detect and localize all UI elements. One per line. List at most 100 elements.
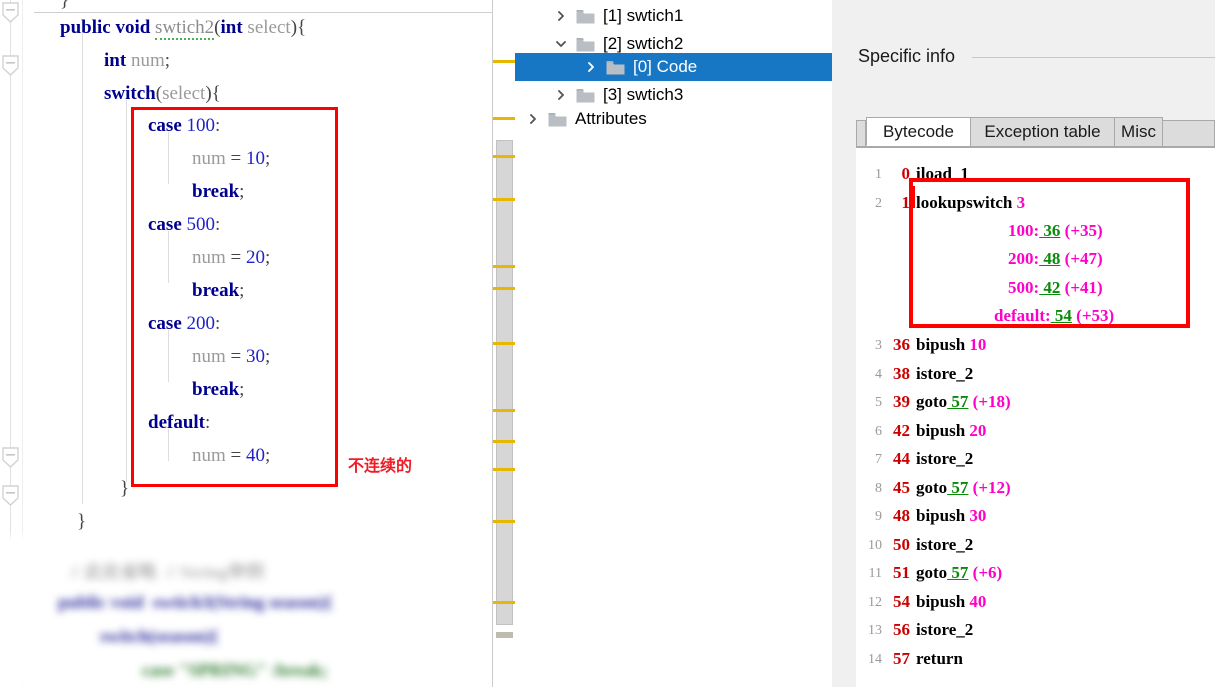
bytecode-mnemonic: bipush: [916, 591, 966, 611]
editor-change-marker[interactable]: [493, 117, 515, 120]
bytecode-offset: 57: [893, 648, 910, 668]
code-token: public void: [60, 17, 156, 38]
bytecode-branch-offset: (+12): [968, 477, 1011, 497]
bytecode-offset: 1: [901, 192, 911, 212]
chevron-right-icon[interactable]: [549, 89, 573, 101]
editor-change-marker[interactable]: [493, 468, 515, 471]
bytecode-mnemonic: goto: [916, 563, 948, 582]
editor-change-marker[interactable]: [493, 287, 515, 290]
bytecode-line-number: 6: [875, 423, 882, 439]
blurred-code-line: // 此处省略 // String举例: [70, 562, 265, 582]
bytecode-operand: 40: [965, 591, 987, 611]
bytecode-instruction[interactable]: bipush 30: [916, 506, 986, 526]
tree-row-label: Attributes: [575, 109, 647, 128]
editor-change-marker[interactable]: [493, 198, 515, 201]
tab-bytecode[interactable]: Bytecode: [866, 117, 971, 146]
fold-closed-icon[interactable]: [2, 447, 19, 468]
code-line: public void swtich2(int select){: [60, 17, 306, 40]
editor-change-marker[interactable]: [493, 155, 515, 158]
bytecode-mnemonic: istore_2: [916, 534, 974, 554]
fold-open-icon[interactable]: [2, 2, 19, 23]
bytecode-offset: 0: [901, 164, 911, 183]
bytecode-instruction[interactable]: goto 57 (+12): [916, 478, 1011, 498]
editor-change-marker[interactable]: [493, 440, 515, 443]
bytecode-mnemonic: istore_2: [916, 449, 974, 468]
editor-change-marker[interactable]: [493, 409, 515, 412]
bytecode-line-number: 12: [868, 594, 882, 610]
code-token: ;: [164, 50, 170, 71]
editor-change-marker[interactable]: [493, 265, 515, 268]
bytecode-offset: 44: [893, 449, 910, 468]
bytecode-instruction[interactable]: istore_2: [916, 620, 973, 640]
code-token: ){: [205, 83, 221, 104]
specific-info-title: Specific info: [858, 46, 956, 66]
bytecode-offset: 54: [893, 591, 910, 611]
bytecode-instruction[interactable]: istore_2: [916, 449, 973, 469]
bytecode-instruction[interactable]: goto 57 (+18): [916, 392, 1011, 412]
folder-icon: [573, 88, 597, 103]
bytecode-line-number: 2: [875, 195, 882, 211]
chevron-right-icon[interactable]: [579, 61, 603, 73]
bytecode-offset: 39: [893, 392, 910, 411]
editor-marker-scrollbar[interactable]: [492, 0, 515, 687]
editor-change-marker[interactable]: [493, 60, 515, 63]
bytecode-branch-target[interactable]: 57: [947, 563, 968, 582]
bytecode-offset: 50: [893, 534, 910, 554]
fold-closed-icon[interactable]: [2, 485, 19, 506]
bytecode-line-number: 10: [868, 537, 882, 553]
blurred-code-line: case "SPRING" :break;: [142, 660, 328, 680]
bytecode-operand: 10: [965, 335, 987, 354]
bytecode-offset: 56: [893, 620, 910, 639]
code-highlight-box: [131, 107, 338, 487]
editor-change-marker[interactable]: [493, 342, 515, 345]
bytecode-mnemonic: bipush: [916, 506, 966, 525]
bytecode-line-number: 7: [875, 452, 882, 467]
bytecode-offset: 42: [893, 420, 910, 440]
code-token: select: [162, 83, 206, 104]
bytecode-instruction[interactable]: bipush 20: [916, 421, 986, 441]
editor-change-marker[interactable]: [493, 520, 515, 523]
bytecode-offset: 38: [893, 363, 910, 383]
tabstrip-right-edge: [1162, 120, 1215, 146]
bytecode-mnemonic: return: [916, 648, 963, 668]
chevron-right-icon[interactable]: [549, 10, 573, 22]
bytecode-branch-target[interactable]: 57: [947, 478, 968, 497]
code-annotation-label: 不连续的: [348, 456, 413, 475]
editor-change-marker[interactable]: [493, 601, 515, 604]
bytecode-instruction[interactable]: return: [916, 649, 963, 669]
tab-exception-table[interactable]: Exception table: [970, 117, 1115, 146]
bytecode-instruction[interactable]: istore_2: [916, 364, 973, 384]
bytecode-mnemonic: goto: [916, 477, 948, 497]
code-editor-pane[interactable]: } public void swtich2(int select){int nu…: [0, 0, 515, 687]
code-token: switch: [104, 83, 156, 104]
tree-row[interactable]: Attributes: [515, 105, 832, 133]
code-token: swtich2: [155, 17, 215, 40]
bytecode-offset: 51: [893, 563, 910, 582]
bytecode-line-number: 14: [868, 651, 882, 667]
folder-icon: [545, 112, 569, 127]
editor-scrollbar-thumb-secondary[interactable]: [496, 632, 513, 638]
blurred-code-line: public void swtich3(String season){: [58, 592, 333, 612]
class-structure-tree[interactable]: [1] swtich1 [2] swtich2 [0] Code [3] swtich…: [515, 0, 832, 687]
editor-scrollbar-thumb[interactable]: [496, 140, 513, 625]
fold-open-icon[interactable]: [2, 55, 19, 76]
bytecode-branch-target[interactable]: 57: [947, 392, 968, 411]
code-token: select: [242, 17, 291, 38]
tree-row-selected[interactable]: [0] Code: [515, 53, 832, 81]
tree-row-label: [3] swtich3: [603, 85, 684, 104]
code-line: switch(select){: [104, 84, 221, 104]
chevron-down-icon[interactable]: [549, 38, 573, 50]
bytecode-instruction[interactable]: bipush 10: [916, 335, 986, 355]
details-tabstrip[interactable]: Bytecode Exception table Misc: [856, 116, 1215, 146]
tree-row[interactable]: [1] swtich1: [515, 2, 832, 30]
blurred-code-preview: // 此处省略 // String举例 public void swtich3(S…: [0, 536, 502, 687]
bytecode-instruction[interactable]: goto 57 (+6): [916, 563, 1002, 583]
tabstrip-left-edge: [856, 120, 866, 146]
tab-misc[interactable]: Misc: [1114, 117, 1163, 146]
chevron-right-icon[interactable]: [521, 113, 545, 125]
bytecode-instruction[interactable]: istore_2: [916, 535, 973, 555]
bytecode-instruction[interactable]: bipush 40: [916, 592, 986, 612]
bytecode-line-number: 13: [868, 623, 882, 638]
folder-icon: [603, 60, 627, 75]
bytecode-offset: 45: [893, 477, 910, 497]
